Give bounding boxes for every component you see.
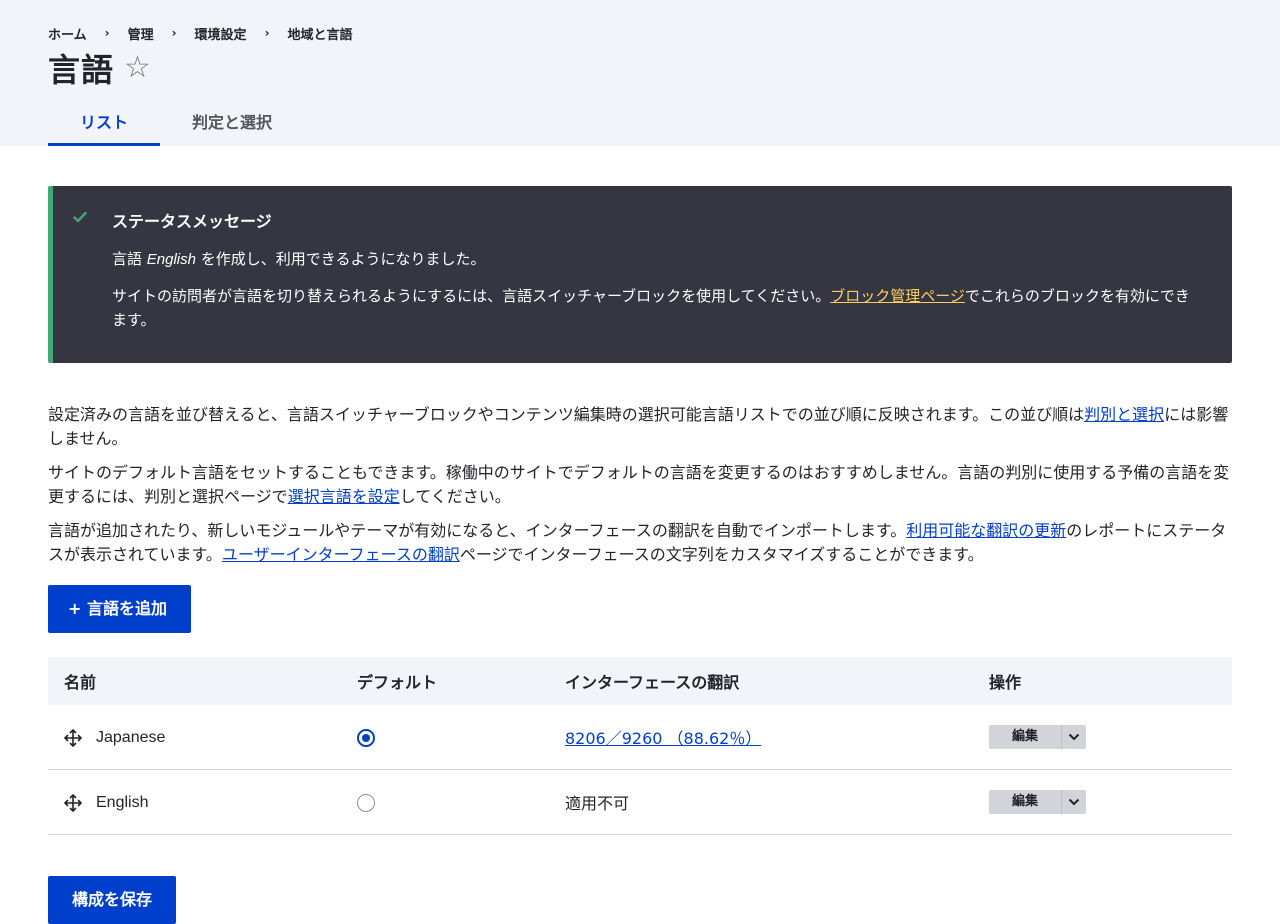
translation-status-link[interactable]: 8206／9260 （88.62％） bbox=[565, 729, 761, 748]
language-table: 名前 デフォルト インターフェースの翻訳 操作 Japanese 8206／92… bbox=[48, 657, 1232, 835]
status-text: 言語 bbox=[112, 250, 147, 268]
column-header-name: 名前 bbox=[48, 657, 341, 705]
block-admin-link[interactable]: ブロック管理ページ bbox=[830, 287, 965, 305]
operations-dropbutton: 編集 bbox=[989, 790, 1086, 814]
column-header-default: デフォルト bbox=[341, 657, 549, 705]
translation-cell: 8206／9260 （88.62％） bbox=[549, 705, 973, 770]
tab-list[interactable]: リスト bbox=[48, 100, 161, 146]
status-text: を作成し、利用できるようになりました。 bbox=[195, 250, 486, 268]
breadcrumb-home[interactable]: ホーム bbox=[48, 24, 87, 43]
selected-language-link[interactable]: 選択言語を設定 bbox=[288, 487, 400, 506]
translation-cell: 適用不可 bbox=[549, 769, 973, 835]
language-name-cell: Japanese bbox=[48, 705, 341, 770]
description-text: ページでインターフェースの文字列をカスタマイズすることができます。 bbox=[459, 545, 984, 564]
operations-dropbutton: 編集 bbox=[989, 725, 1086, 749]
breadcrumb-admin[interactable]: 管理 bbox=[128, 24, 154, 43]
drag-handle-icon[interactable] bbox=[64, 728, 82, 747]
operations-cell: 編集 bbox=[973, 705, 1232, 770]
ui-translation-link[interactable]: ユーザーインターフェースの翻訳 bbox=[222, 545, 460, 564]
edit-button[interactable]: 編集 bbox=[989, 725, 1061, 749]
description-text: 言語が追加されたり、新しいモジュールやテーマが有効になると、インターフェースの翻… bbox=[48, 521, 907, 540]
description-text: してください。 bbox=[399, 487, 511, 506]
drag-handle-icon[interactable] bbox=[64, 793, 82, 812]
description-paragraph: 言語が追加されたり、新しいモジュールやテーマが有効になると、インターフェースの翻… bbox=[48, 519, 1232, 567]
status-line-created: 言語 English を作成し、利用できるようになりました。 bbox=[112, 247, 1204, 272]
breadcrumb: ホーム › 管理 › 環境設定 › 地域と言語 bbox=[48, 0, 1232, 43]
language-name: Japanese bbox=[96, 728, 166, 746]
description-text: サイトのデフォルト言語をセットすることもできます。稼働中のサイトでデフォルトの言… bbox=[48, 463, 1230, 506]
description-text: 設定済みの言語を並び替えると、言語スイッチャーブロックやコンテンツ編集時の選択可… bbox=[48, 405, 1085, 424]
detection-selection-link[interactable]: 判別と選択 bbox=[1084, 405, 1164, 424]
column-header-translation: インターフェースの翻訳 bbox=[549, 657, 973, 705]
chevron-down-icon[interactable] bbox=[1061, 725, 1086, 749]
description: 設定済みの言語を並び替えると、言語スイッチャーブロックやコンテンツ編集時の選択可… bbox=[48, 403, 1232, 567]
description-paragraph: サイトのデフォルト言語をセットすることもできます。稼働中のサイトでデフォルトの言… bbox=[48, 461, 1232, 509]
primary-tabs: リスト 判定と選択 bbox=[48, 100, 304, 146]
language-name: English bbox=[96, 793, 149, 811]
status-line-switcher: サイトの訪問者が言語を切り替えられるようにするには、言語スイッチャーブロックを使… bbox=[112, 284, 1204, 332]
main-content: ステータスメッセージ 言語 English を作成し、利用できるようになりました… bbox=[0, 146, 1280, 924]
breadcrumb-regional[interactable]: 地域と言語 bbox=[288, 24, 353, 43]
breadcrumb-separator-icon: › bbox=[104, 26, 110, 40]
title-row: 言語 ☆ bbox=[48, 46, 1232, 90]
description-paragraph: 設定済みの言語を並び替えると、言語スイッチャーブロックやコンテンツ編集時の選択可… bbox=[48, 403, 1232, 451]
default-cell bbox=[341, 705, 549, 770]
column-header-operations: 操作 bbox=[973, 657, 1232, 705]
default-cell bbox=[341, 769, 549, 835]
language-name-cell: English bbox=[48, 769, 341, 835]
chevron-down-icon[interactable] bbox=[1061, 790, 1086, 814]
status-language-name: English bbox=[146, 251, 196, 268]
table-header-row: 名前 デフォルト インターフェースの翻訳 操作 bbox=[48, 657, 1232, 705]
breadcrumb-separator-icon: › bbox=[264, 26, 270, 40]
tab-detection-selection[interactable]: 判定と選択 bbox=[160, 100, 304, 146]
status-message: ステータスメッセージ 言語 English を作成し、利用できるようになりました… bbox=[48, 186, 1232, 363]
page-title: 言語 bbox=[48, 51, 115, 89]
status-text: サイトの訪問者が言語を切り替えられるようにするには、言語スイッチャーブロックを使… bbox=[112, 287, 831, 305]
breadcrumb-separator-icon: › bbox=[171, 26, 177, 40]
edit-button[interactable]: 編集 bbox=[989, 790, 1061, 814]
add-language-button[interactable]: + 言語を追加 bbox=[48, 585, 191, 633]
radio-dot bbox=[362, 733, 370, 742]
default-radio[interactable] bbox=[357, 793, 375, 812]
breadcrumb-config[interactable]: 環境設定 bbox=[195, 24, 247, 43]
translation-updates-link[interactable]: 利用可能な翻訳の更新 bbox=[906, 521, 1066, 540]
default-radio[interactable] bbox=[357, 728, 375, 747]
star-outline-icon[interactable]: ☆ bbox=[124, 53, 151, 83]
table-row: Japanese 8206／9260 （88.62％） 編集 bbox=[48, 705, 1232, 770]
table-row: English 適用不可 編集 bbox=[48, 769, 1232, 835]
page-header: ホーム › 管理 › 環境設定 › 地域と言語 言語 ☆ リスト 判定と選択 bbox=[0, 0, 1280, 146]
translation-status-text: 適用不可 bbox=[565, 794, 630, 813]
save-configuration-button[interactable]: 構成を保存 bbox=[48, 876, 177, 924]
check-icon bbox=[73, 211, 87, 223]
status-title: ステータスメッセージ bbox=[112, 212, 272, 231]
operations-cell: 編集 bbox=[973, 769, 1232, 835]
